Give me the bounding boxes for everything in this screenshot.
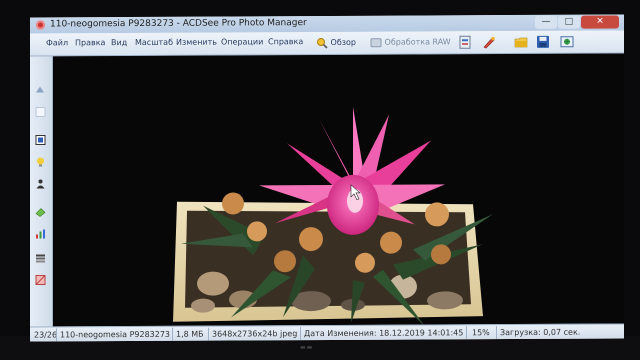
web-icon[interactable] — [560, 35, 574, 49]
left-toolbar — [30, 56, 53, 327]
lightbulb-icon[interactable] — [35, 156, 46, 167]
image-position: 23/26 — [34, 330, 58, 340]
maximize-button[interactable]: □ — [558, 15, 580, 29]
status-separator — [496, 326, 497, 340]
edit-icon[interactable] — [482, 35, 496, 49]
acdsee-app-icon — [36, 20, 45, 30]
raw-label: Обработка RAW — [384, 37, 451, 47]
eraser-icon[interactable] — [35, 206, 46, 217]
status-separator — [172, 327, 173, 341]
browse-icon — [317, 37, 328, 49]
browse-button[interactable]: Обзор — [316, 36, 356, 50]
app-window: 110-neogomesia P9283273 - ACDSee Pro Pho… — [30, 14, 624, 342]
window-title: 110-neogomesia P9283273 - ACDSee Pro Pho… — [50, 18, 307, 30]
status-bar: 23/26 110-neogomesia P9283273 1,8 МБ 364… — [30, 323, 624, 342]
status-separator — [208, 327, 209, 341]
menu-view[interactable]: Вид — [111, 38, 127, 47]
adjust-icon[interactable] — [35, 274, 46, 286]
menu-file[interactable]: Файл — [46, 38, 68, 47]
status-filename: 110-neogomesia P9283273 — [60, 329, 171, 340]
menu-zoom[interactable]: Масштаб — [135, 38, 173, 47]
status-filesize: 1,8 МБ — [176, 329, 204, 339]
crop-icon[interactable] — [35, 134, 46, 146]
print-icon[interactable] — [458, 35, 472, 49]
browse-label: Обзор — [330, 37, 357, 47]
status-separator — [466, 326, 467, 340]
arrow-icon[interactable] — [35, 84, 46, 95]
layers-icon[interactable] — [35, 252, 46, 263]
save-icon[interactable] — [536, 35, 550, 49]
menu-tools[interactable]: Операции — [221, 37, 263, 46]
status-separator — [56, 328, 57, 342]
monitor-brand-logo: ▬▬ — [300, 344, 314, 351]
raw-icon — [370, 37, 382, 47]
menu-edit[interactable]: Правка — [75, 38, 105, 47]
minimize-button[interactable]: — — [535, 15, 557, 29]
menu-modify[interactable]: Изменить — [176, 38, 217, 47]
raw-button[interactable]: Обработка RAW — [370, 35, 451, 49]
cactus-photo — [53, 53, 624, 327]
status-modified: Дата Изменения: 18.12.2019 14:01:45 — [304, 328, 464, 339]
menu-help[interactable]: Справка — [268, 37, 303, 46]
status-separator — [300, 327, 301, 341]
folder-icon[interactable] — [514, 35, 528, 49]
status-load-time: Загрузка: 0,07 сек. — [500, 327, 581, 338]
status-zoom[interactable]: 15% — [472, 327, 490, 338]
status-dimensions: 3648x2736x24b jpeg — [212, 329, 298, 339]
image-viewer[interactable] — [53, 53, 624, 327]
blank-icon[interactable] — [35, 106, 46, 118]
close-button[interactable]: ✕ — [581, 15, 619, 29]
chart-icon[interactable] — [35, 228, 46, 239]
menu-bar: Файл Правка Вид Масштаб Изменить Операци… — [30, 30, 624, 57]
person-icon[interactable] — [35, 178, 46, 189]
